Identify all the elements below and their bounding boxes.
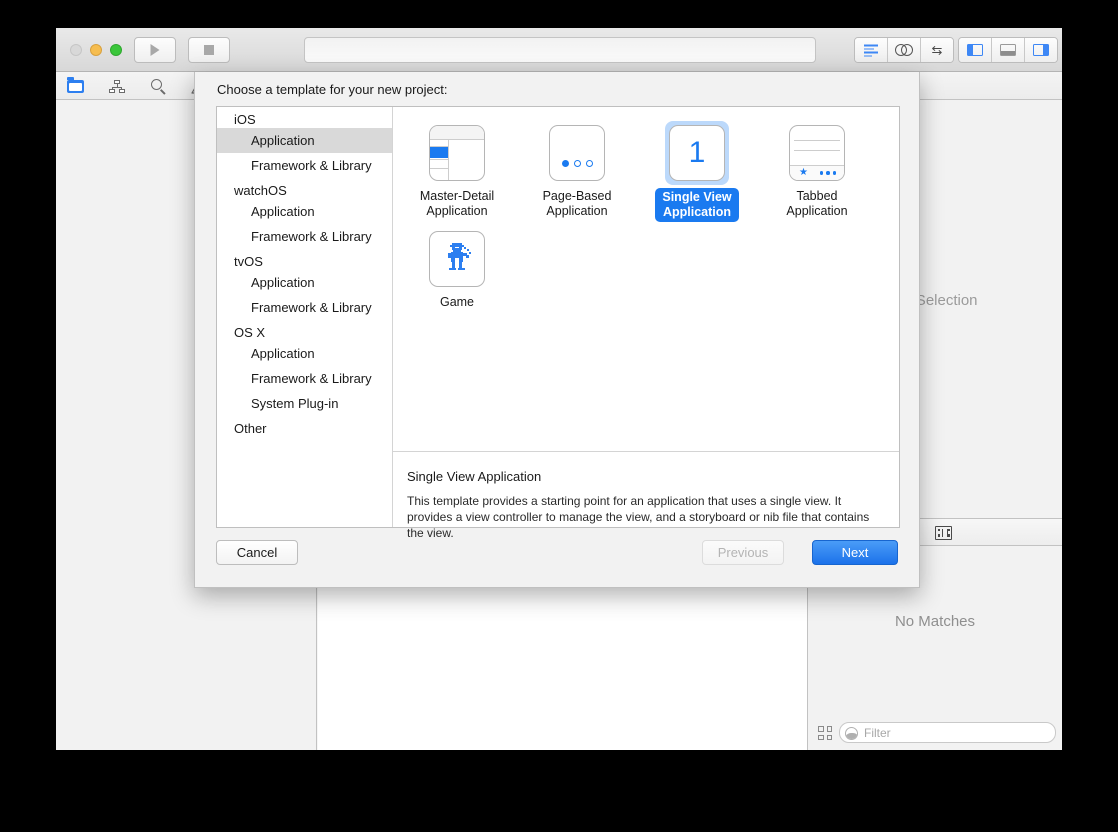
filter-icon <box>845 727 858 740</box>
view-toggle-segmented-control[interactable] <box>958 37 1058 63</box>
sidebar-item-osx-application[interactable]: Application <box>217 341 392 366</box>
template-label: Page-BasedApplication <box>537 188 618 220</box>
activity-view <box>304 37 816 63</box>
sidebar-group-ios[interactable]: iOS <box>217 107 392 128</box>
single-view-number: 1 <box>670 138 724 168</box>
template-grid: Master-DetailApplication Page-BasedAppli… <box>393 107 899 452</box>
sidebar-item-watchos-framework[interactable]: Framework & Library <box>217 224 392 249</box>
symbol-navigator-icon <box>109 80 125 93</box>
run-button[interactable] <box>134 37 176 63</box>
template-label: Single ViewApplication <box>655 188 738 222</box>
new-project-template-sheet: Choose a template for your new project: … <box>194 72 920 588</box>
sidebar-group-other[interactable]: Other <box>217 416 392 437</box>
game-icon <box>429 231 485 287</box>
assistant-editor-button[interactable] <box>888 38 921 62</box>
template-master-detail[interactable]: Master-DetailApplication <box>397 125 517 220</box>
find-navigator-tab[interactable] <box>148 76 168 96</box>
stop-icon <box>204 45 214 55</box>
version-editor-icon: ⇆ <box>932 44 943 57</box>
template-label-line1: Tabbed <box>796 189 837 203</box>
run-icon <box>151 44 160 56</box>
template-label: Game <box>434 294 480 311</box>
next-button[interactable]: Next <box>812 540 898 565</box>
navigator-toggle-button[interactable] <box>959 38 992 62</box>
template-label: Master-DetailApplication <box>414 188 500 220</box>
template-label-line1: Master-Detail <box>420 189 494 203</box>
template-label-line1: Page-Based <box>543 189 612 203</box>
previous-button[interactable]: Previous <box>702 540 784 565</box>
grid-view-icon[interactable] <box>818 726 832 740</box>
library-filter-field[interactable]: Filter <box>839 722 1056 743</box>
search-icon <box>151 79 162 90</box>
template-description-title: Single View Application <box>407 469 885 484</box>
tabbed-icon: ★ <box>789 125 845 181</box>
template-label-line2: Application <box>426 204 487 218</box>
sidebar-group-tvos[interactable]: tvOS <box>217 249 392 270</box>
project-navigator-icon <box>67 80 84 93</box>
sidebar-item-ios-application[interactable]: Application <box>217 128 392 153</box>
template-description-pane: Single View Application This template pr… <box>393 453 899 527</box>
standard-editor-icon <box>864 45 878 56</box>
master-detail-icon <box>429 125 485 181</box>
sheet-title: Choose a template for your new project: <box>217 82 448 97</box>
sidebar-item-ios-framework[interactable]: Framework & Library <box>217 153 392 178</box>
project-navigator-tab[interactable] <box>66 76 86 96</box>
window-titlebar: ⇆ <box>56 28 1062 72</box>
single-view-icon: 1 <box>669 125 725 181</box>
desktop-background: ⇆ <box>0 0 1118 832</box>
template-label-line1: Single View <box>662 190 731 204</box>
sidebar-item-osx-framework[interactable]: Framework & Library <box>217 366 392 391</box>
media-library-icon[interactable] <box>935 526 952 540</box>
template-selection-highlight: 1 <box>665 121 729 185</box>
sidebar-group-watchos[interactable]: watchOS <box>217 178 392 199</box>
close-button[interactable] <box>70 44 82 56</box>
cancel-button[interactable]: Cancel <box>216 540 298 565</box>
library-empty-label: No Matches <box>808 613 1062 630</box>
sidebar-item-tvos-framework[interactable]: Framework & Library <box>217 295 392 320</box>
sidebar-group-osx[interactable]: OS X <box>217 320 392 341</box>
template-label-line1: Game <box>440 295 474 309</box>
assistant-editor-icon <box>895 44 913 56</box>
template-description-body: This template provides a starting point … <box>407 493 885 541</box>
game-sprite-icon <box>440 241 474 277</box>
zoom-button[interactable] <box>110 44 122 56</box>
template-page-based[interactable]: Page-BasedApplication <box>517 125 637 220</box>
template-label-line2: Application <box>546 204 607 218</box>
navigator-toggle-icon <box>967 44 983 56</box>
symbol-navigator-tab[interactable] <box>107 76 127 96</box>
minimize-button[interactable] <box>90 44 102 56</box>
standard-editor-button[interactable] <box>855 38 888 62</box>
library-filter-placeholder: Filter <box>864 725 891 742</box>
sidebar-item-tvos-application[interactable]: Application <box>217 270 392 295</box>
debug-area-toggle-button[interactable] <box>992 38 1025 62</box>
editor-mode-segmented-control[interactable]: ⇆ <box>854 37 954 63</box>
page-based-icon <box>549 125 605 181</box>
template-label: TabbedApplication <box>780 188 853 220</box>
template-label-line2: Application <box>663 205 731 219</box>
template-category-sidebar[interactable]: iOS Application Framework & Library watc… <box>217 107 393 527</box>
star-icon: ★ <box>799 169 808 177</box>
utilities-toggle-button[interactable] <box>1025 38 1057 62</box>
utilities-toggle-icon <box>1033 44 1049 56</box>
template-game[interactable]: Game <box>397 231 517 311</box>
library-filter-row: Filter <box>808 716 1062 750</box>
version-editor-button[interactable]: ⇆ <box>921 38 953 62</box>
template-single-view[interactable]: 1 Single ViewApplication <box>637 125 757 222</box>
sidebar-item-watchos-application[interactable]: Application <box>217 199 392 224</box>
stop-button[interactable] <box>188 37 230 63</box>
debug-area-toggle-icon <box>1000 44 1016 56</box>
template-tabbed[interactable]: ★ TabbedApplication <box>757 125 877 220</box>
sidebar-item-osx-system-plugin[interactable]: System Plug-in <box>217 391 392 416</box>
template-label-line2: Application <box>786 204 847 218</box>
sheet-body: iOS Application Framework & Library watc… <box>216 106 900 528</box>
